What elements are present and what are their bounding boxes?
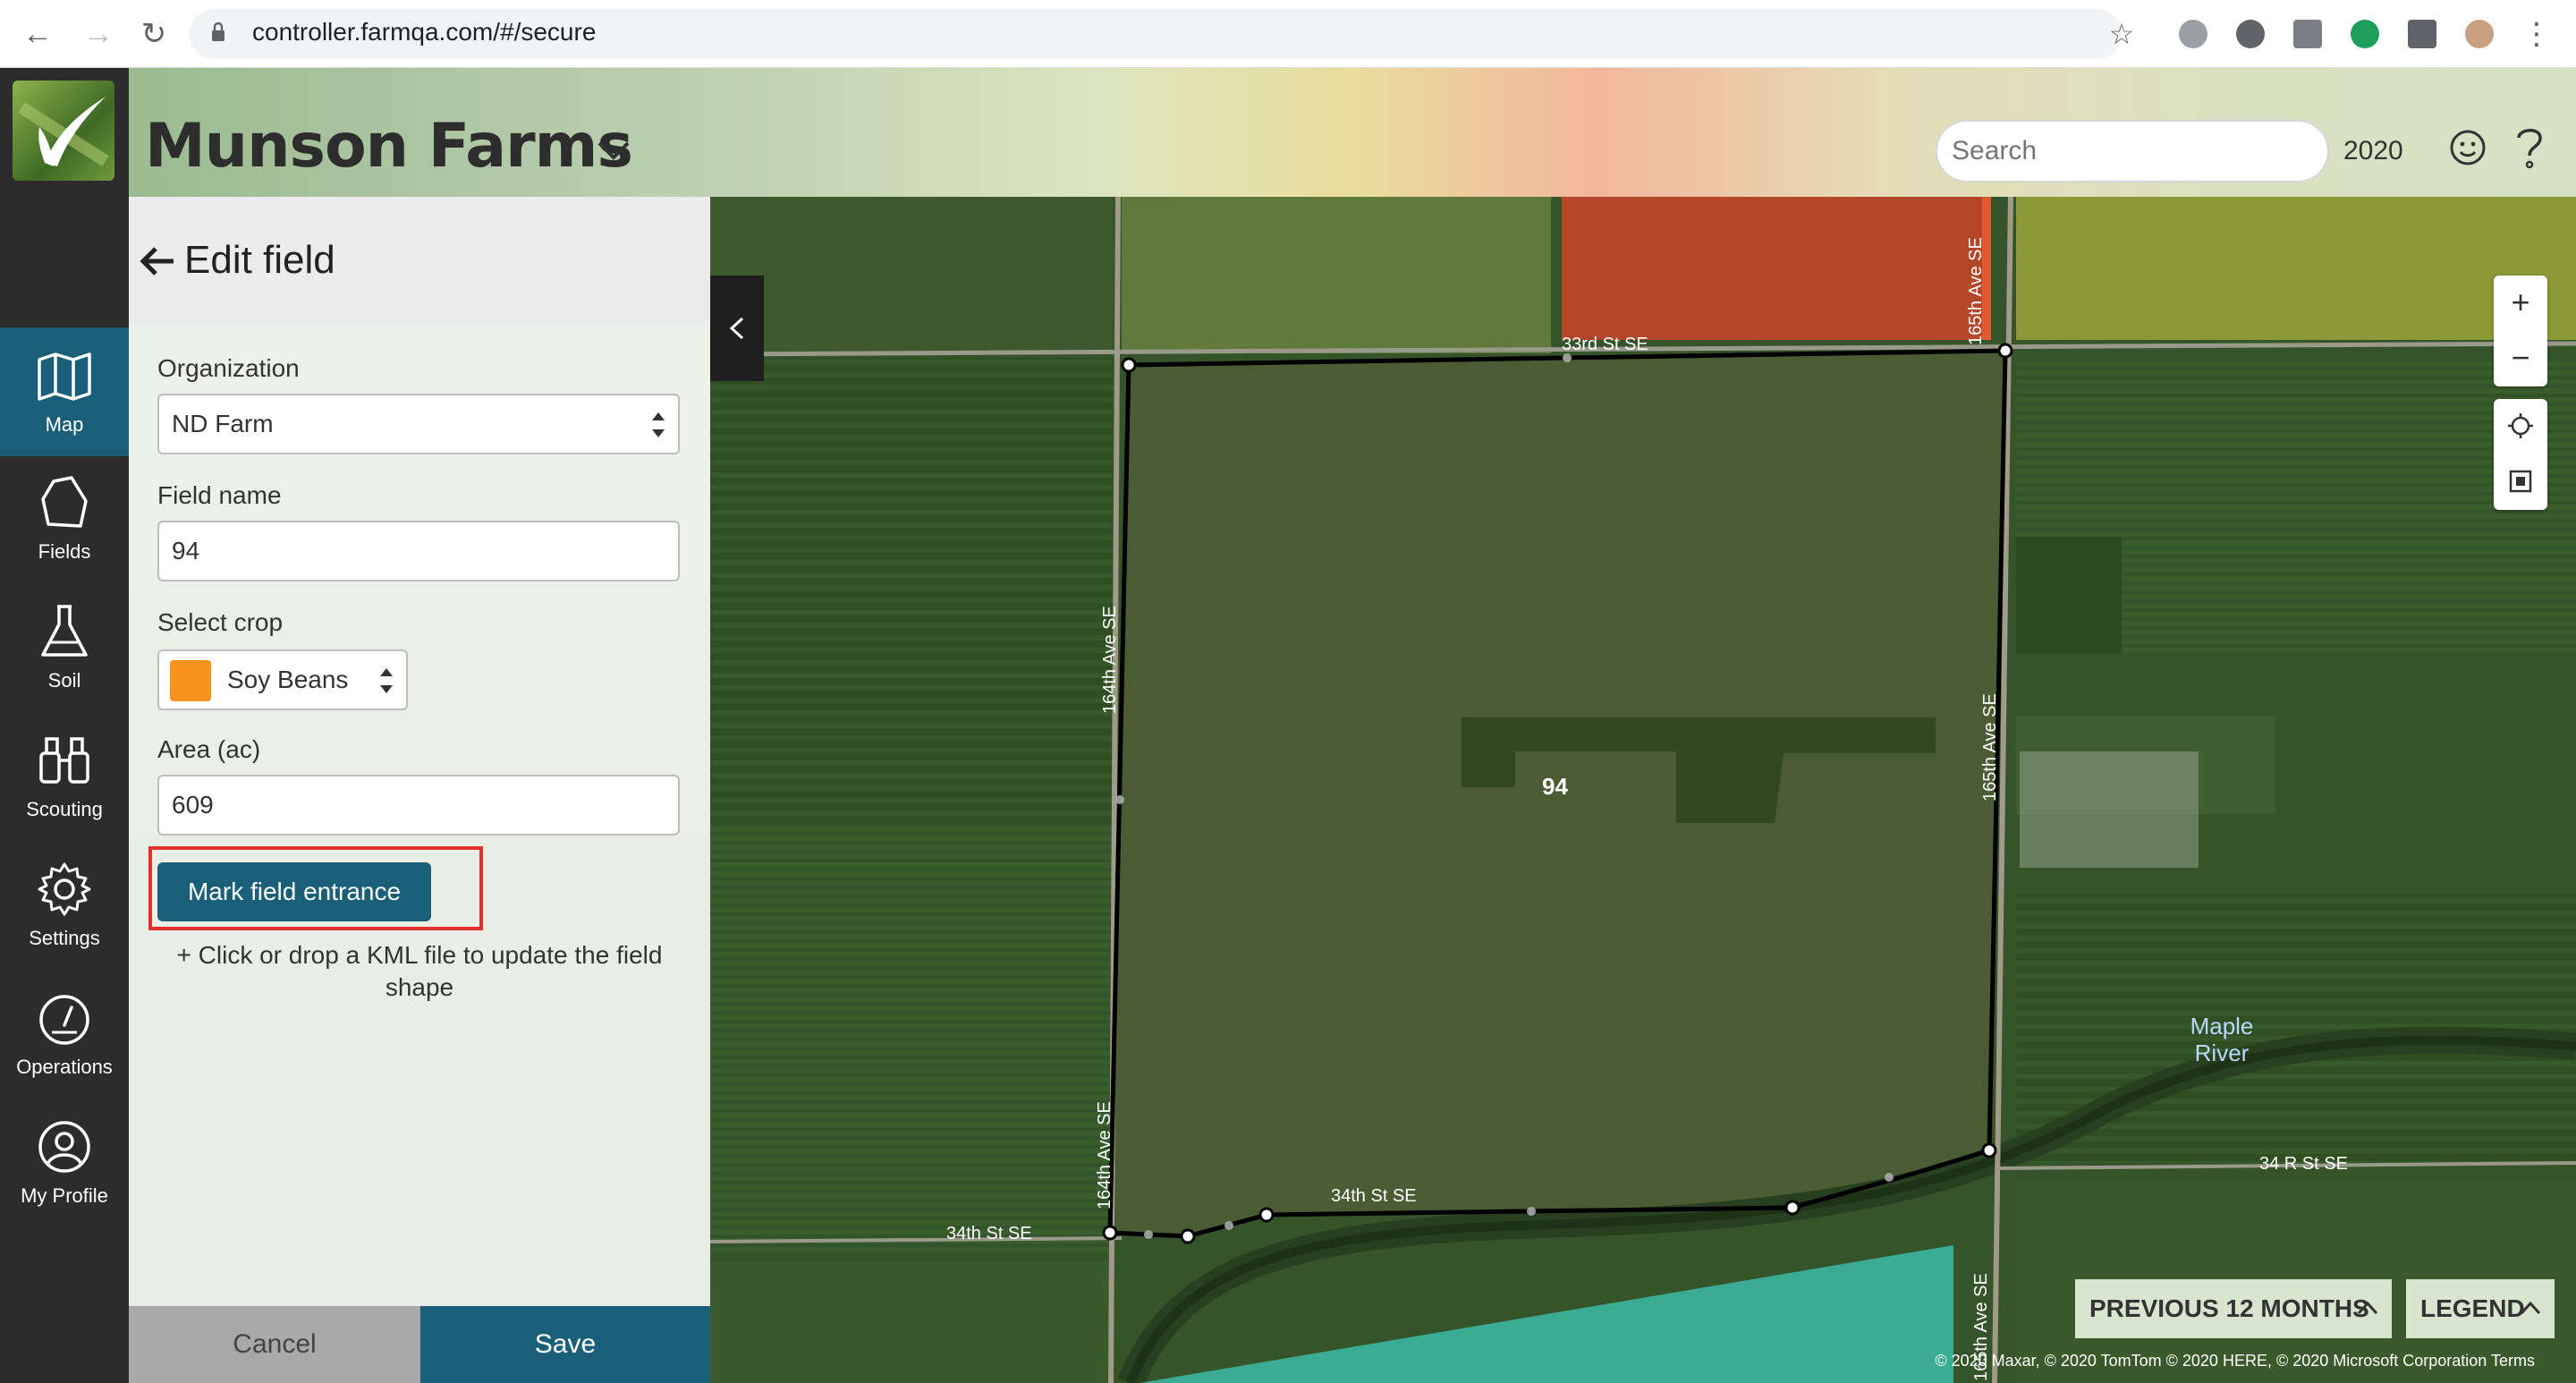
previous-12-months-label: PREVIOUS 12 MONTHS: [2089, 1294, 2369, 1322]
chevron-up-icon: [2520, 1301, 2541, 1315]
sidebar-item-fields[interactable]: Fields: [0, 454, 129, 583]
sidebar-item-my-profile[interactable]: My Profile: [0, 1099, 129, 1227]
farm-name[interactable]: Munson Farms: [145, 111, 633, 182]
zoom-in-button[interactable]: +: [2494, 276, 2547, 329]
sidebar-item-settings[interactable]: Settings: [0, 841, 129, 970]
previous-12-months-button[interactable]: PREVIOUS 12 MONTHS: [2075, 1279, 2392, 1338]
sidebar-item-label: My Profile: [21, 1184, 108, 1207]
select-arrows-icon: [380, 668, 393, 693]
field-name-label: Field name: [157, 481, 282, 509]
chevron-left-icon: [729, 317, 744, 340]
locate-icon[interactable]: [2506, 412, 2535, 440]
extension-icon[interactable]: [2236, 20, 2265, 48]
extension-icon[interactable]: [2351, 20, 2379, 48]
sidebar-item-map[interactable]: Map: [0, 327, 129, 456]
extension-icon[interactable]: [2179, 20, 2207, 48]
crop-label: Select crop: [157, 608, 284, 636]
field-shape-icon: [41, 476, 88, 528]
map-tools: [2494, 399, 2547, 510]
sidebar-item-operations[interactable]: Operations: [0, 970, 129, 1099]
sidebar-item-scouting[interactable]: Scouting: [0, 712, 129, 841]
chevron-up-icon: [2357, 1301, 2378, 1315]
cancel-button[interactable]: Cancel: [129, 1306, 420, 1383]
organization-value: ND Farm: [172, 410, 274, 437]
river-label-line: River: [2194, 1039, 2250, 1066]
legend-button[interactable]: LEGEND: [2406, 1279, 2555, 1338]
back-icon[interactable]: ←: [20, 16, 55, 52]
extension-icon[interactable]: [2293, 20, 2322, 48]
sidebar-item-label: Map: [45, 413, 84, 436]
bookmark-star-icon[interactable]: ☆: [2104, 16, 2140, 52]
mark-field-entrance-button[interactable]: Mark field entrance: [157, 862, 431, 921]
area-input[interactable]: 609: [157, 775, 680, 836]
lock-icon: [212, 21, 225, 41]
legend-label: LEGEND: [2420, 1294, 2525, 1322]
app-sidebar: Map Fields Soil Scouting Settings Operat…: [0, 68, 129, 1383]
map-icon: [38, 352, 91, 401]
road-label: 34 R St SE: [2259, 1154, 2348, 1174]
more-menu-icon[interactable]: ⋮: [2519, 16, 2555, 52]
satellite-map[interactable]: + − 94 33rd St SE 165th Ave SE 164th Ave…: [710, 197, 2576, 1383]
search-input[interactable]: [1936, 120, 2329, 182]
fit-bounds-icon[interactable]: [2506, 467, 2535, 496]
organization-label: Organization: [157, 354, 300, 382]
feedback-smile-icon[interactable]: [2449, 129, 2487, 166]
sidebar-item-label: Fields: [38, 540, 91, 563]
avatar[interactable]: [2465, 20, 2494, 48]
map-attribution[interactable]: © 2020 Maxar, © 2020 TomTom © 2020 HERE,…: [1935, 1352, 2535, 1370]
back-arrow-icon[interactable]: [138, 243, 177, 279]
gauge-icon: [39, 995, 89, 1045]
zoom-out-button[interactable]: −: [2494, 331, 2547, 385]
road-label: 164th Ave SE: [1100, 606, 1120, 714]
river-label-line: Maple: [2190, 1013, 2254, 1039]
sidebar-item-label: Operations: [16, 1056, 113, 1078]
sidebar-item-label: Scouting: [26, 798, 103, 820]
crop-color-swatch: [170, 660, 211, 701]
field-name-input[interactable]: 94: [157, 521, 680, 581]
road-label: 165th Ave SE: [1966, 237, 1986, 345]
organization-select[interactable]: ND Farm: [157, 394, 680, 454]
reload-icon[interactable]: ↻: [136, 16, 172, 52]
save-button[interactable]: Save: [420, 1306, 710, 1383]
road-label: 165th Ave SE: [1980, 693, 2000, 802]
road-label: 33rd St SE: [1562, 335, 1648, 354]
page-title: Edit field: [184, 238, 335, 282]
field-map-label: 94: [1542, 773, 1568, 800]
sidebar-item-label: Settings: [29, 927, 100, 949]
crop-value: Soy Beans: [227, 666, 349, 693]
road-label: 34th St SE: [1331, 1186, 1417, 1206]
app-header: Munson Farms 2020: [129, 68, 2576, 197]
browser-toolbar: ← → ↻ controller.farmqa.com/#/secure ☆ ⋮: [0, 0, 2576, 68]
area-label: Area (ac): [157, 735, 261, 763]
chevron-down-icon[interactable]: [594, 136, 633, 163]
river-label: Maple River: [2168, 1013, 2275, 1066]
select-arrows-icon: [652, 412, 665, 437]
flask-icon: [41, 605, 88, 657]
gear-icon: [38, 862, 91, 916]
crop-select[interactable]: Soy Beans: [157, 649, 408, 710]
zoom-controls: + −: [2494, 276, 2547, 386]
panel-header: Edit field: [129, 197, 710, 326]
puzzle-icon[interactable]: [2408, 20, 2436, 48]
road-label: 34th St SE: [946, 1224, 1032, 1243]
edit-field-panel: Edit field Organization ND Farm Field na…: [129, 197, 710, 1383]
sidebar-item-soil[interactable]: Soil: [0, 583, 129, 712]
user-icon: [38, 1121, 90, 1173]
collapse-panel-button[interactable]: [710, 276, 764, 381]
sidebar-item-label: Soil: [47, 669, 81, 692]
year-selector[interactable]: 2020: [2343, 136, 2403, 166]
road-label: 164th Ave SE: [1095, 1101, 1114, 1209]
help-icon[interactable]: [2513, 125, 2546, 170]
binoculars-icon: [39, 737, 89, 784]
kml-upload-link[interactable]: + Click or drop a KML file to update the…: [147, 939, 692, 1004]
map-imagery: [710, 197, 2576, 1383]
app-logo[interactable]: [13, 81, 114, 181]
forward-icon[interactable]: →: [80, 16, 116, 52]
url-text: controller.farmqa.com/#/secure: [252, 18, 597, 46]
